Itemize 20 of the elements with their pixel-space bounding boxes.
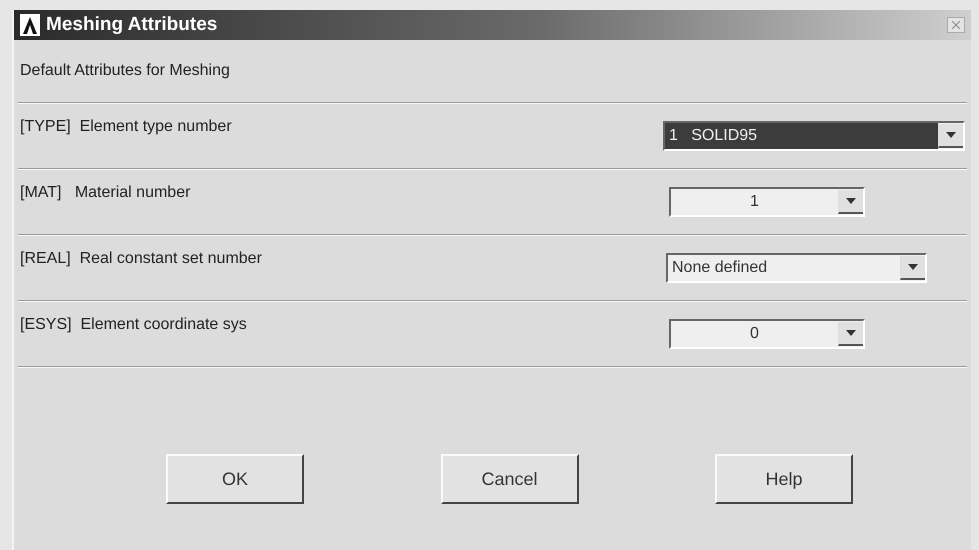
close-button[interactable] <box>947 17 965 33</box>
dropdown[interactable]: 1 <box>669 187 865 217</box>
field-label: [ESYS] Element coordinate sys <box>20 315 248 334</box>
caret-icon <box>946 132 956 138</box>
dialog-button[interactable]: OK <box>166 454 304 504</box>
close-icon <box>952 21 960 29</box>
field-label: [MAT] Material number <box>20 183 192 202</box>
window-title: Meshing Attributes <box>46 14 218 36</box>
caret-icon <box>846 198 856 204</box>
dropdown[interactable]: None defined <box>666 253 927 283</box>
dropdown[interactable]: 1 SOLID95 <box>663 121 965 151</box>
field-label: [REAL] Real constant set number <box>20 249 263 268</box>
caret-icon <box>846 330 856 336</box>
dialog-button[interactable]: Help <box>715 454 853 504</box>
dialog-heading: Default Attributes for Meshing <box>19 61 231 81</box>
dropdown[interactable]: 0 <box>669 319 865 349</box>
dialog-button[interactable]: Cancel <box>440 454 578 504</box>
logo-icon <box>20 14 40 36</box>
field-label: [TYPE] Element type number <box>20 117 233 136</box>
caret-icon <box>908 264 918 270</box>
